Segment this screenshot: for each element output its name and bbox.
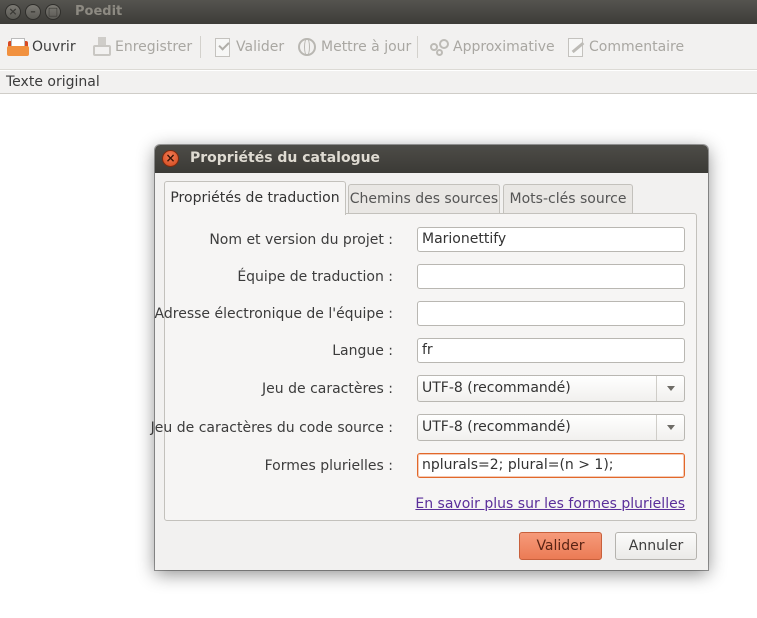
open-folder-icon (6, 35, 30, 59)
comment-button[interactable]: Commentaire (563, 34, 684, 60)
window-maximize-button[interactable]: □ (45, 4, 61, 20)
ok-button[interactable]: Valider (519, 532, 602, 560)
plural-forms-label: Formes plurielles : (264, 458, 393, 474)
save-icon (89, 35, 113, 59)
language-input[interactable]: fr (417, 338, 685, 363)
toolbar-separator (417, 36, 418, 58)
toolbar-separator (200, 36, 201, 58)
chevron-down-icon (667, 386, 675, 391)
comment-label: Commentaire (589, 39, 685, 55)
tab-translation-properties[interactable]: Propriétés de traduction (164, 181, 346, 215)
charset-value: UTF-8 (recommandé) (422, 380, 571, 396)
cancel-button[interactable]: Annuler (615, 532, 697, 560)
open-label: Ouvrir (32, 39, 76, 55)
charset-select[interactable]: UTF-8 (recommandé) (417, 375, 685, 402)
dialog-title: Propriétés du catalogue (190, 150, 381, 166)
plural-forms-input[interactable]: nplurals=2; plural=(n > 1); (417, 453, 685, 478)
team-input[interactable] (417, 264, 685, 289)
project-name-input[interactable]: Marionettify (417, 227, 685, 252)
comment-icon (563, 35, 587, 59)
team-email-label: Adresse électronique de l'équipe : (154, 306, 393, 322)
update-globe-icon (295, 35, 319, 59)
validate-label: Valider (236, 39, 285, 55)
validate-button[interactable]: Valider (210, 34, 284, 60)
update-label: Mettre à jour (321, 39, 412, 55)
window-close-button[interactable]: × (5, 4, 21, 20)
project-name-label: Nom et version du projet : (209, 232, 393, 248)
open-button[interactable]: Ouvrir (6, 34, 76, 60)
fuzzy-label: Approximative (453, 39, 555, 55)
chevron-down-icon (667, 425, 675, 430)
language-label: Langue : (332, 343, 393, 359)
fuzzy-icon (427, 35, 451, 59)
team-label: Équipe de traduction : (237, 269, 393, 285)
tab-source-paths[interactable]: Chemins des sources (348, 184, 500, 214)
window-minimize-button[interactable]: – (25, 4, 41, 20)
source-charset-select[interactable]: UTF-8 (recommandé) (417, 414, 685, 441)
window-titlebar: × – □ Poedit (0, 0, 757, 24)
source-charset-label: Jeu de caractères du code source : (150, 420, 393, 436)
plural-forms-help-link[interactable]: En savoir plus sur les formes plurielles (415, 496, 685, 512)
column-header-original-text[interactable]: Texte original (0, 71, 757, 94)
fuzzy-button[interactable]: Approximative (427, 34, 555, 60)
team-email-input[interactable] (417, 301, 685, 326)
validate-icon (210, 35, 234, 59)
dialog-titlebar: × Propriétés du catalogue (155, 145, 708, 173)
tab-source-keywords[interactable]: Mots-clés source (503, 184, 633, 214)
update-button[interactable]: Mettre à jour (295, 34, 411, 60)
save-label: Enregistrer (115, 39, 193, 55)
catalog-properties-dialog: × Propriétés du catalogue Propriétés de … (151, 145, 708, 570)
dialog-close-button[interactable]: × (162, 150, 179, 167)
window-title: Poedit (75, 4, 123, 19)
save-button[interactable]: Enregistrer (89, 34, 192, 60)
charset-label: Jeu de caractères : (262, 381, 393, 397)
toolbar: Ouvrir Enregistrer Valider Mettre à jour… (0, 24, 757, 70)
translation-properties-panel: Nom et version du projet : Marionettify … (151, 213, 697, 521)
source-charset-value: UTF-8 (recommandé) (422, 419, 571, 435)
